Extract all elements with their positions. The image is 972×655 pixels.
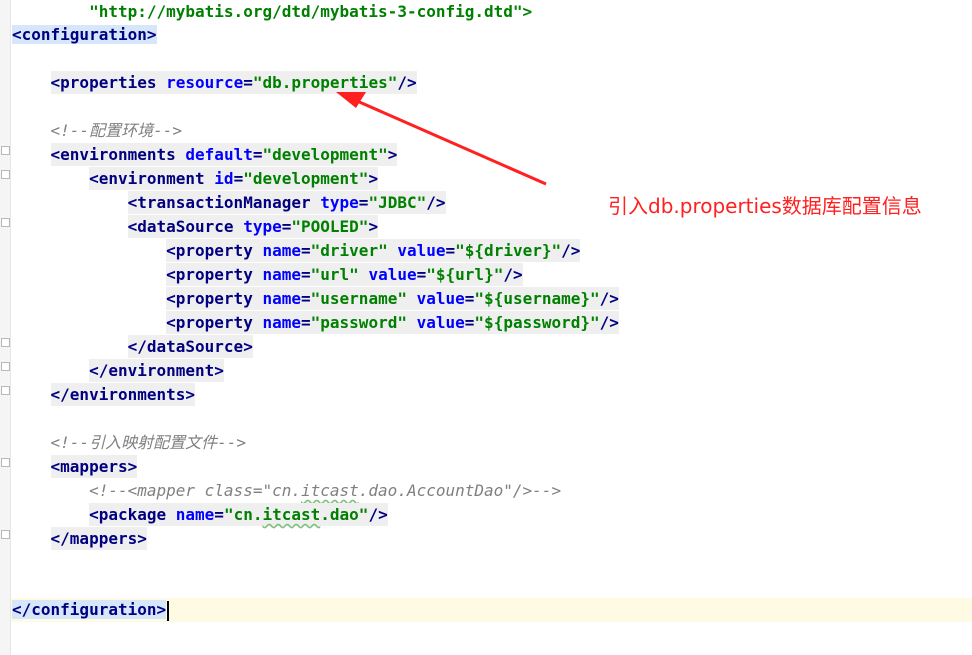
code-line-environments-end[interactable]: </environments>	[12, 383, 196, 407]
property-tag: <property	[166, 289, 253, 308]
doctype-url: "http://mybatis.org/dtd/mybatis-3-config…	[89, 2, 533, 21]
code-line-transaction-manager[interactable]: <transactionManager type="JDBC"/>	[12, 191, 446, 215]
environment-close: >	[368, 169, 379, 188]
environments-tag: <environments	[50, 145, 176, 164]
properties-close: />	[397, 73, 417, 92]
code-line-package[interactable]: <package name="cn.itcast.dao"/>	[12, 503, 388, 527]
resource-value: "db.properties"	[252, 73, 398, 92]
environment-tag: <environment	[89, 169, 205, 188]
value-attr: value	[368, 265, 417, 284]
environments-close: >	[387, 145, 398, 164]
fold-marker[interactable]	[1, 146, 10, 155]
code-line-mappers[interactable]: <mappers>	[12, 455, 138, 479]
value-value: "${password}"	[474, 313, 600, 332]
code-editor[interactable]: "http://mybatis.org/dtd/mybatis-3-config…	[0, 0, 972, 655]
value-attr: value	[416, 289, 465, 308]
code-line-comment-mapper[interactable]: <!--<mapper class="cn.itcast.dao.Account…	[12, 479, 561, 503]
fold-marker[interactable]	[1, 338, 10, 347]
value-attr: value	[397, 241, 446, 260]
value-value: "${driver}"	[455, 241, 562, 260]
resource-attr: resource	[166, 73, 244, 92]
id-attr: id	[214, 169, 234, 188]
fold-marker[interactable]	[1, 218, 10, 227]
package-name-attr: name	[175, 505, 215, 524]
configuration-end-tag: </configuration>	[12, 600, 167, 619]
mappers-tag: <mappers>	[50, 457, 138, 476]
tm-close: />	[426, 193, 446, 212]
comment-import-mappers: <!--引入映射配置文件-->	[50, 433, 246, 452]
value-attr: value	[416, 313, 465, 332]
comment-config-env: <!--配置环境-->	[50, 121, 182, 140]
transaction-manager-tag: <transactionManager	[127, 193, 311, 212]
code-line-mappers-end[interactable]: </mappers>	[12, 527, 147, 551]
comment-mapper-class-a: <!--<mapper class="cn.	[89, 481, 301, 500]
property-tag: <property	[166, 241, 253, 260]
comment-mapper-class-b: itcast	[300, 481, 359, 500]
property-tag: <property	[166, 313, 253, 332]
fold-marker[interactable]	[1, 170, 10, 179]
fold-marker[interactable]	[1, 386, 10, 395]
default-attr: default	[185, 145, 253, 164]
ds-close: >	[368, 217, 379, 236]
code-line-datasource-end[interactable]: </dataSource>	[12, 335, 253, 359]
package-tag: <package	[89, 505, 167, 524]
code-line-doctype[interactable]: "http://mybatis.org/dtd/mybatis-3-config…	[12, 0, 532, 24]
code-line-environment[interactable]: <environment id="development">	[12, 167, 379, 191]
name-attr: name	[262, 265, 301, 284]
package-name-value-c: .dao"	[320, 505, 369, 524]
code-line-properties[interactable]: <properties resource="db.properties"/>	[12, 71, 417, 95]
property-close: />	[599, 313, 619, 332]
default-value: "development"	[262, 145, 388, 164]
name-value: "username"	[310, 289, 407, 308]
package-name-value-b: itcast	[262, 505, 321, 524]
name-value: "driver"	[310, 241, 388, 260]
environments-end-tag: </environments>	[50, 385, 196, 404]
property-close: />	[503, 265, 523, 284]
property-close: />	[561, 241, 581, 260]
property-close: />	[599, 289, 619, 308]
code-line-configuration-open[interactable]: <configuration>	[12, 23, 157, 47]
name-value: "url"	[310, 265, 359, 284]
code-line-property-url[interactable]: <property name="url" value="${url}"/>	[12, 263, 523, 287]
id-value: "development"	[243, 169, 369, 188]
code-line-datasource[interactable]: <dataSource type="POOLED">	[12, 215, 379, 239]
code-line-property-driver[interactable]: <property name="driver" value="${driver}…	[12, 239, 581, 263]
name-attr: name	[262, 241, 301, 260]
text-cursor	[167, 600, 170, 621]
configuration-open-tag: <configuration>	[12, 25, 157, 44]
datasource-tag: <dataSource	[127, 217, 234, 236]
fold-marker[interactable]	[1, 458, 10, 467]
datasource-end-tag: </dataSource>	[127, 337, 253, 356]
code-line-comment-mappers[interactable]: <!--引入映射配置文件-->	[12, 431, 246, 455]
tm-type-attr: type	[320, 193, 359, 212]
code-line-property-password[interactable]: <property name="password" value="${passw…	[12, 311, 619, 335]
code-line-property-username[interactable]: <property name="username" value="${usern…	[12, 287, 619, 311]
comment-mapper-class-c: .dao.AccountDao"/>-->	[358, 481, 562, 500]
package-close: />	[368, 505, 388, 524]
fold-marker[interactable]	[1, 362, 10, 371]
properties-tag: <properties	[50, 73, 157, 92]
code-line-comment-env[interactable]: <!--配置环境-->	[12, 119, 182, 143]
property-tag: <property	[166, 265, 253, 284]
ds-type-value: "POOLED"	[291, 217, 369, 236]
code-line-configuration-end[interactable]: </configuration>	[12, 598, 170, 622]
mappers-end-tag: </mappers>	[50, 529, 147, 548]
code-line-environment-end[interactable]: </environment>	[12, 359, 224, 383]
fold-gutter	[0, 0, 11, 655]
annotation-text: 引入db.properties数据库配置信息	[608, 194, 922, 218]
name-attr: name	[262, 289, 301, 308]
name-attr: name	[262, 313, 301, 332]
tm-type-value: "JDBC"	[368, 193, 427, 212]
value-value: "${url}"	[426, 265, 504, 284]
fold-marker[interactable]	[1, 530, 10, 539]
name-value: "password"	[310, 313, 407, 332]
package-name-value-a: "cn.	[223, 505, 263, 524]
environment-end-tag: </environment>	[89, 361, 224, 380]
code-line-environments[interactable]: <environments default="development">	[12, 143, 398, 167]
ds-type-attr: type	[243, 217, 282, 236]
value-value: "${username}"	[474, 289, 600, 308]
